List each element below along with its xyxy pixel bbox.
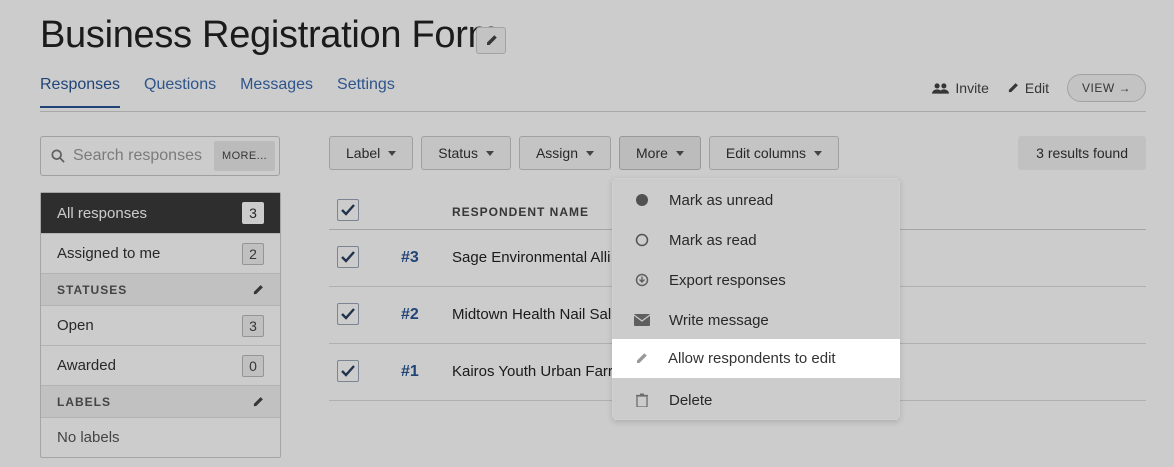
empty-circle-icon — [633, 231, 651, 249]
menu-item-mark-unread[interactable]: Mark as unread — [613, 180, 899, 220]
menu-item-write-message[interactable]: Write message — [613, 300, 899, 340]
page: Business Registration Form Responses Que… — [0, 0, 1174, 467]
menu-item-label: Export responses — [669, 271, 786, 289]
envelope-icon — [633, 311, 651, 329]
menu-item-allow-edit[interactable]: Allow respondents to edit — [612, 339, 900, 378]
menu-item-label: Mark as read — [669, 231, 757, 249]
menu-item-export[interactable]: Export responses — [613, 260, 899, 300]
menu-item-label: Allow respondents to edit — [668, 350, 836, 367]
download-circle-icon — [633, 271, 651, 289]
menu-item-mark-read[interactable]: Mark as read — [613, 220, 899, 260]
trash-icon — [633, 391, 651, 409]
menu-item-label: Write message — [669, 311, 769, 329]
more-dropdown-menu: Mark as unread Mark as read Export respo… — [612, 178, 900, 420]
modal-overlay — [0, 0, 1174, 467]
filled-circle-icon — [633, 191, 651, 209]
pencil-icon — [632, 350, 650, 368]
menu-item-label: Delete — [669, 391, 713, 409]
menu-item-delete[interactable]: Delete — [613, 380, 899, 420]
menu-item-label: Mark as unread — [669, 191, 774, 209]
